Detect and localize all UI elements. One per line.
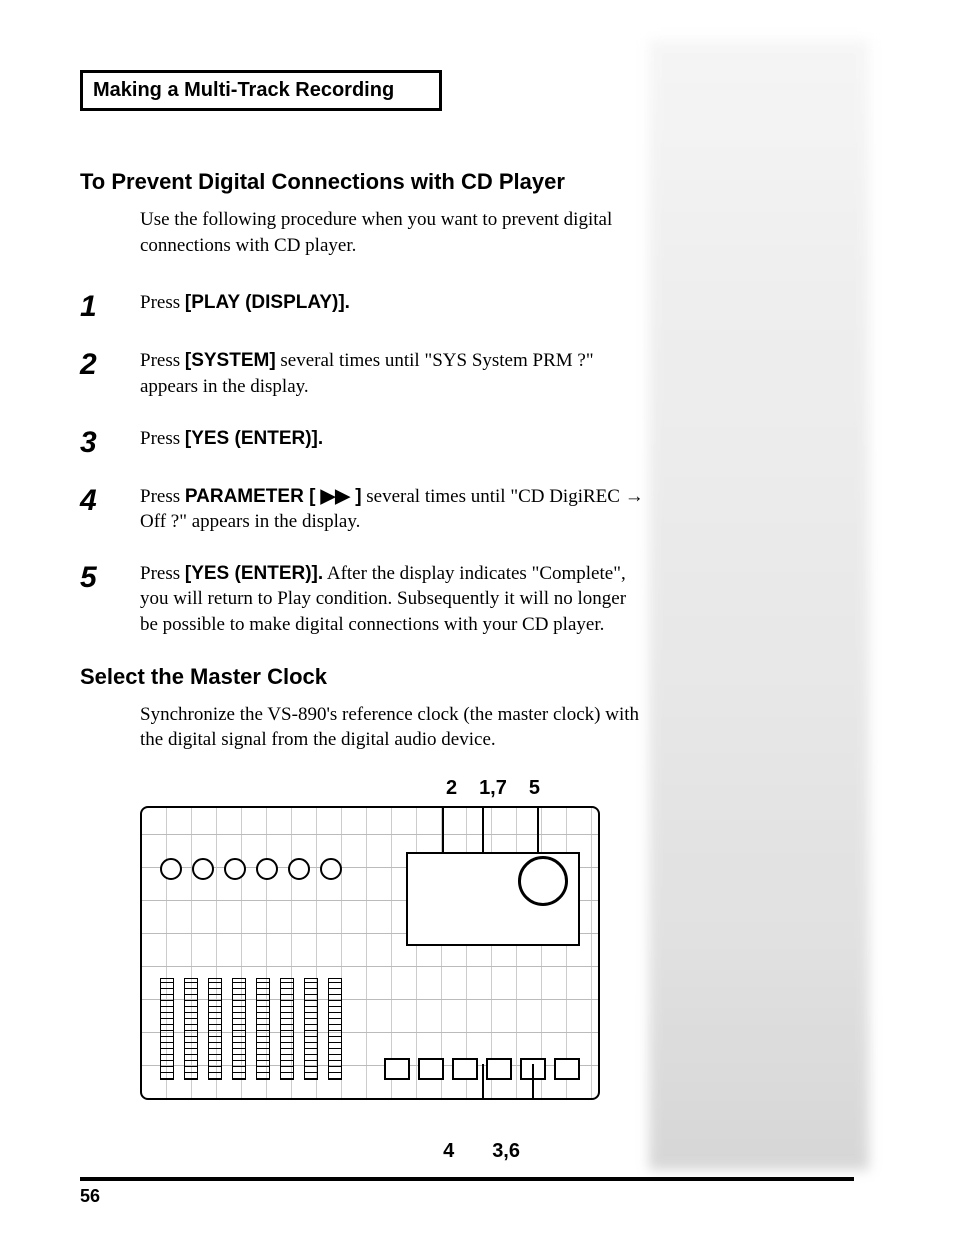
step-text-pre: Press [140, 428, 185, 449]
scan-artifact-gradient [649, 40, 869, 1170]
step-number: 4 [80, 484, 140, 516]
step-text-pre: Press [140, 486, 185, 507]
diagram-callouts-top: 2 1,7 5 [140, 777, 600, 800]
step-text-pre: Press [140, 563, 185, 584]
footer-rule [80, 1177, 854, 1181]
callout-leader-line [442, 806, 444, 852]
callout-label: 5 [529, 777, 540, 800]
device-illustration [140, 806, 600, 1100]
step-text-bold: [YES (ENTER)]. [185, 563, 323, 584]
step-body: Press [YES (ENTER)]. After the display i… [140, 561, 645, 638]
step-number: 5 [80, 561, 140, 593]
page-number: 56 [80, 1186, 100, 1207]
callout-leader-line [482, 806, 484, 852]
knob-row-icon [160, 858, 342, 880]
step-number: 3 [80, 426, 140, 458]
step-5: 5 Press [YES (ENTER)]. After the display… [80, 561, 645, 638]
callout-label: 3,6 [492, 1140, 520, 1163]
step-text-bold: [YES (ENTER)]. [185, 428, 323, 449]
section2-intro: Synchronize the VS-890's reference clock… [140, 702, 645, 753]
callout-leader-line [537, 806, 539, 852]
section1-intro: Use the following procedure when you wan… [140, 207, 645, 258]
step-text-pre: Press [140, 350, 185, 371]
step-4: 4 Press PARAMETER [ ▶▶ ] several times u… [80, 484, 645, 535]
callout-label: 1,7 [479, 777, 507, 800]
step-text-bold: PARAMETER [ ▶▶ ] [185, 486, 362, 507]
step-body: Press [SYSTEM] several times until "SYS … [140, 348, 645, 399]
step-text-bold: [PLAY (DISPLAY)]. [185, 292, 350, 313]
step-body: Press PARAMETER [ ▶▶ ] several times unt… [140, 484, 645, 535]
step-text-pre: Press [140, 292, 185, 313]
chapter-title: Making a Multi-Track Recording [93, 79, 394, 101]
step-2: 2 Press [SYSTEM] several times until "SY… [80, 348, 645, 399]
callout-label: 4 [443, 1140, 454, 1163]
chapter-header-box: Making a Multi-Track Recording [80, 70, 442, 111]
fader-bank-icon [160, 978, 342, 1080]
callout-leader-line [532, 1064, 534, 1100]
device-diagram-area: 2 1,7 5 [140, 777, 600, 1163]
step-body: Press [PLAY (DISPLAY)]. [140, 290, 350, 316]
callout-label: 2 [446, 777, 457, 800]
diagram-callouts-bottom: 4 3,6 [140, 1140, 600, 1163]
main-content: To Prevent Digital Connections with CD P… [80, 169, 645, 1163]
section1-title: To Prevent Digital Connections with CD P… [80, 169, 645, 195]
step-number: 2 [80, 348, 140, 380]
step-3: 3 Press [YES (ENTER)]. [80, 426, 645, 458]
jog-dial-icon [518, 856, 568, 906]
section2-title: Select the Master Clock [80, 664, 645, 690]
step-number: 1 [80, 290, 140, 322]
step-body: Press [YES (ENTER)]. [140, 426, 323, 452]
callout-leader-line [482, 1064, 484, 1100]
step-text-bold: [SYSTEM] [185, 350, 276, 371]
step-1: 1 Press [PLAY (DISPLAY)]. [80, 290, 645, 322]
